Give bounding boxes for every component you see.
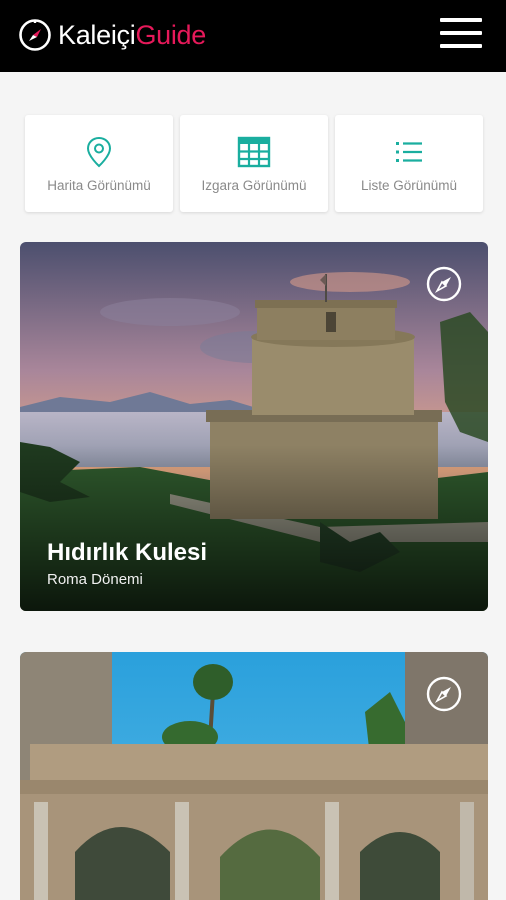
place-subtitle: Roma Dönemi (47, 571, 143, 588)
compass-icon[interactable] (426, 676, 462, 712)
place-title: Hıdırlık Kulesi (47, 539, 208, 566)
list-icon (396, 142, 422, 162)
compass-icon[interactable] (426, 266, 462, 302)
compass-logo-icon (19, 19, 51, 51)
place-card[interactable]: Hıdırlık Kulesi Roma Dönemi (20, 242, 488, 611)
place-photo (20, 652, 488, 900)
list-view-label: Liste Görünümü (360, 178, 458, 193)
grid-icon (237, 136, 271, 168)
app-header: KaleiçiGuide (0, 0, 506, 72)
logo-text-main: Kaleiçi (58, 20, 136, 50)
grid-view-button[interactable]: Izgara Görünümü (180, 115, 328, 212)
map-pin-icon (86, 136, 112, 168)
view-options: Harita Görünümü Izgara Görünümü Liste Gö… (25, 115, 483, 212)
list-view-button[interactable]: Liste Görünümü (335, 115, 483, 212)
map-view-label: Harita Görünümü (47, 178, 151, 193)
hamburger-menu-icon[interactable] (440, 18, 482, 48)
map-view-button[interactable]: Harita Görünümü (25, 115, 173, 212)
logo-text-accent: Guide (135, 20, 206, 50)
app-logo[interactable]: KaleiçiGuide (18, 18, 206, 52)
grid-view-label: Izgara Görünümü (201, 178, 307, 193)
logo-text: KaleiçiGuide (58, 18, 206, 52)
place-card[interactable] (20, 652, 488, 900)
